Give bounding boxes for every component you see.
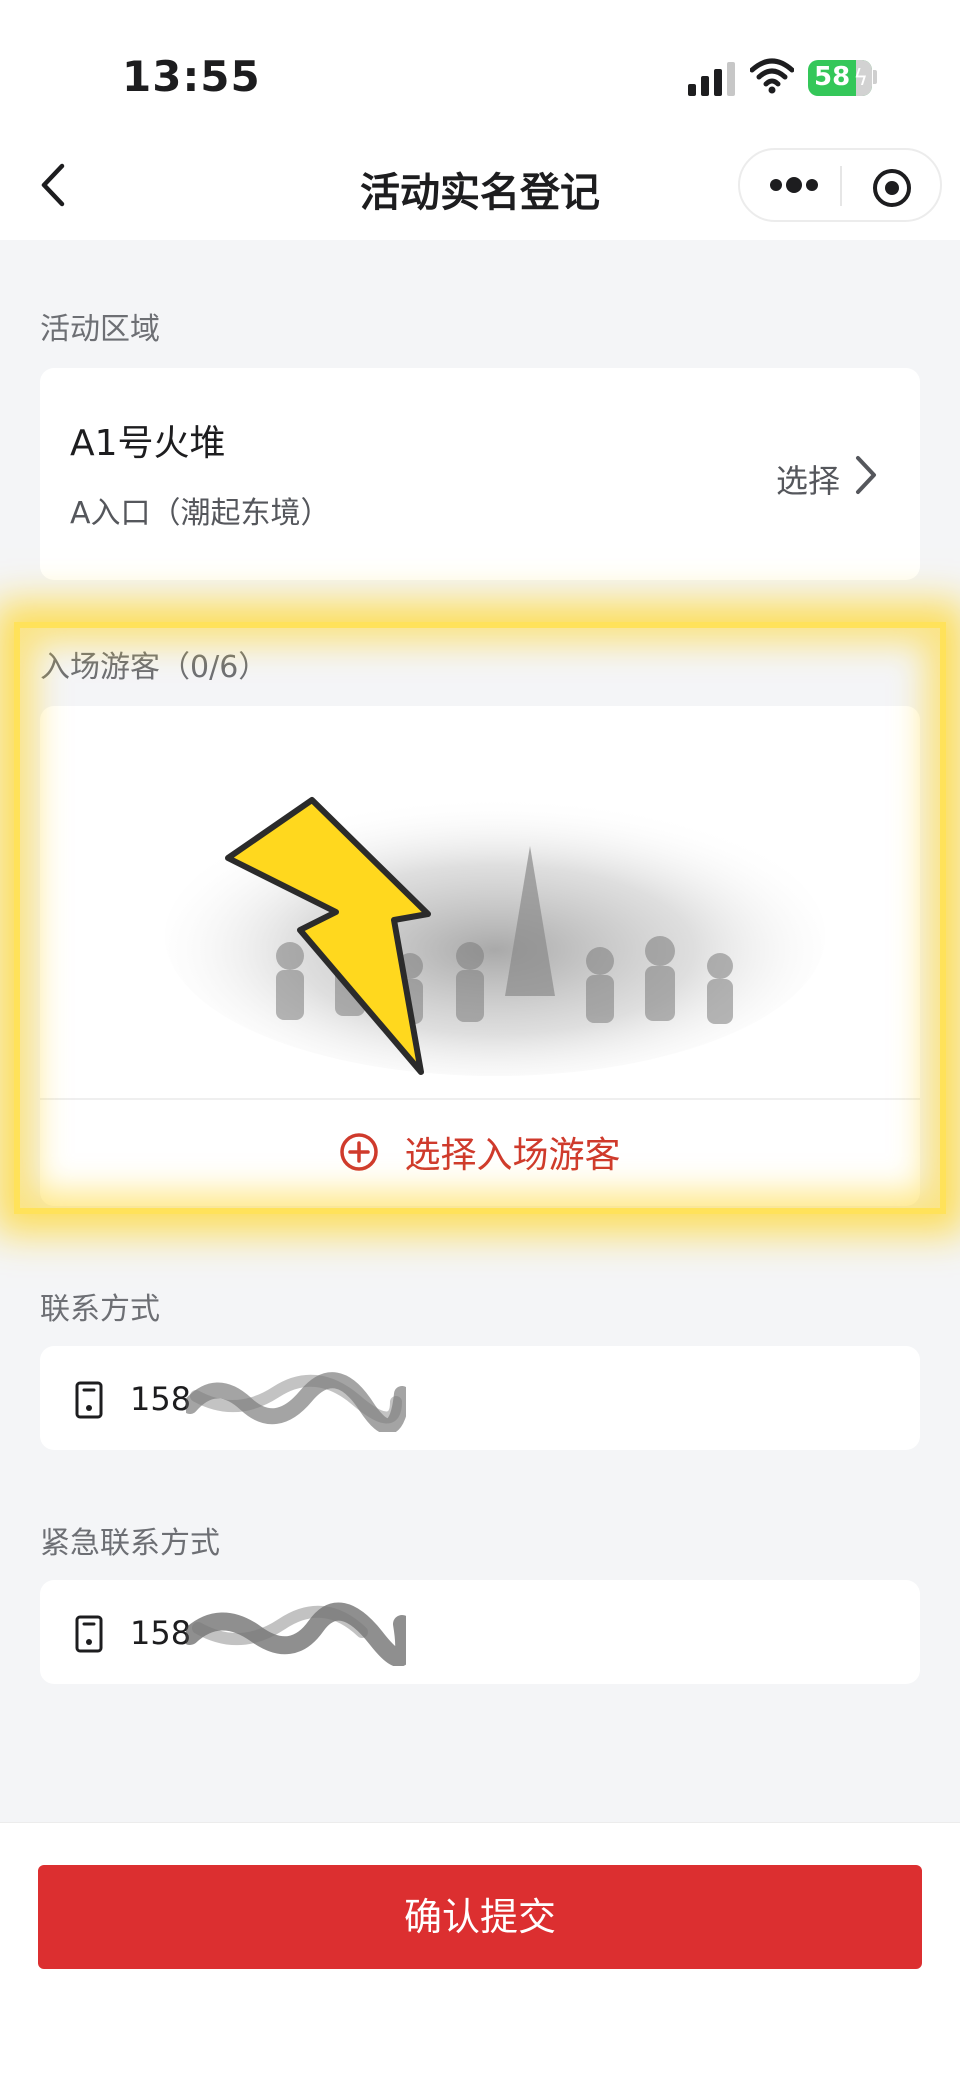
contact-field[interactable]: 158	[40, 1346, 920, 1450]
area-section-label: 活动区域	[40, 312, 160, 347]
close-target-icon[interactable]	[872, 168, 912, 208]
more-icon[interactable]	[768, 170, 820, 200]
redaction-scribble	[186, 1372, 406, 1432]
battery-nub	[873, 70, 877, 84]
mini-program-capsule	[738, 148, 942, 222]
contact-phone-value: 158	[130, 1380, 192, 1418]
battery-indicator: 58 ϟ	[808, 60, 872, 96]
bottom-action-bar: 确认提交	[0, 1822, 960, 2088]
phone-icon	[75, 1615, 103, 1653]
signal-icon	[688, 62, 735, 96]
emergency-phone-value: 158	[130, 1614, 192, 1652]
contact-section-label: 联系方式	[40, 1292, 160, 1327]
area-choose-label[interactable]: 选择	[776, 456, 840, 502]
visitors-card: 选择入场游客	[40, 706, 920, 1206]
emergency-contact-field[interactable]: 158	[40, 1580, 920, 1684]
battery-level: 58	[814, 62, 851, 92]
visitors-section-label: 入场游客（0/6）	[40, 650, 269, 685]
top-bar: 13:55 58 ϟ 活动实名登记	[0, 0, 960, 240]
wifi-icon	[750, 58, 794, 94]
area-card[interactable]: A1号火堆 A入口（潮起东境） 选择	[40, 368, 920, 580]
emergency-section-label: 紧急联系方式	[40, 1526, 220, 1561]
area-entrance: A入口（潮起东境）	[70, 496, 331, 531]
phone-icon	[75, 1381, 103, 1419]
card-divider	[40, 1098, 920, 1100]
capsule-divider	[840, 166, 842, 206]
chevron-right-icon[interactable]	[854, 454, 878, 496]
select-visitors-button[interactable]: 选择入场游客	[40, 1126, 920, 1196]
pointer-arrow-icon	[225, 797, 431, 1075]
plus-circle-icon	[340, 1133, 379, 1171]
submit-button[interactable]: 确认提交	[38, 1865, 922, 1969]
select-visitors-label: 选择入场游客	[404, 1135, 621, 1176]
status-time: 13:55	[122, 52, 261, 101]
area-name: A1号火堆	[70, 423, 226, 464]
redaction-scribble	[186, 1602, 406, 1666]
charging-icon: ϟ	[853, 66, 868, 91]
